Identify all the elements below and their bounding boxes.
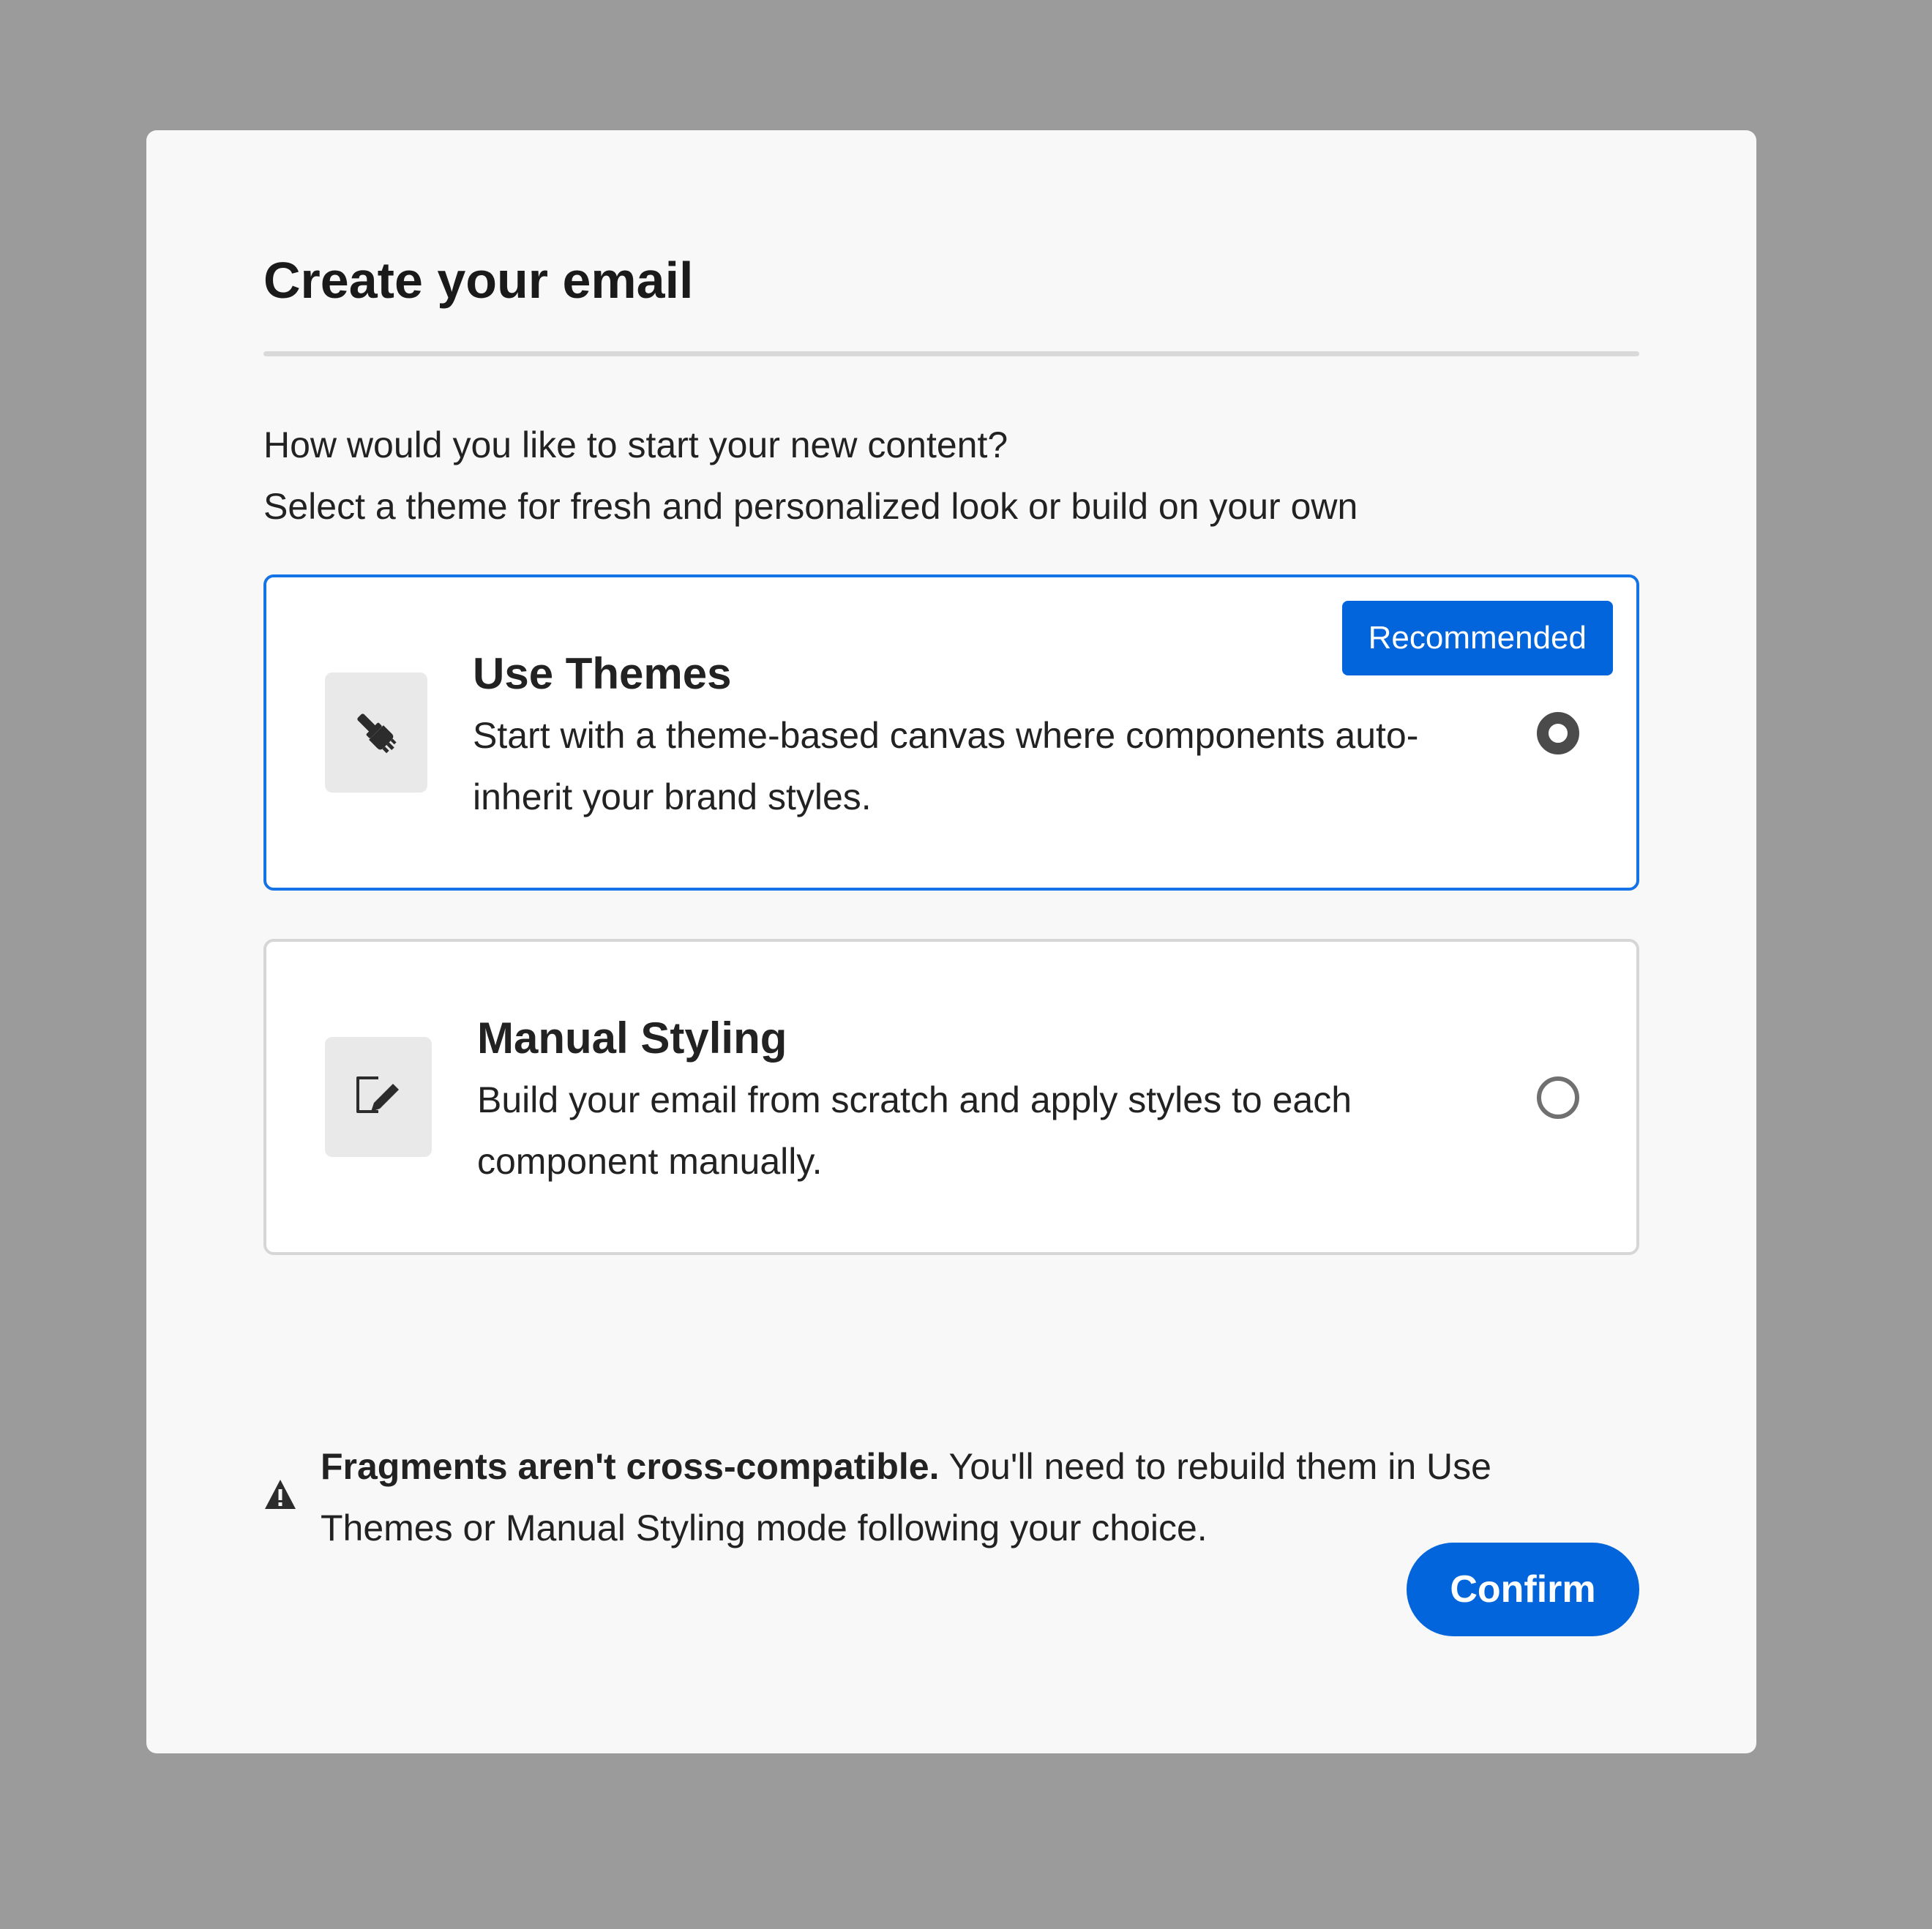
- create-email-dialog: Create your email How would you like to …: [146, 130, 1756, 1753]
- alert-triangle-icon: [265, 1480, 296, 1509]
- radio-use-themes[interactable]: [1537, 712, 1579, 754]
- option-use-themes[interactable]: Use Themes Start with a theme-based canv…: [263, 574, 1639, 891]
- notice-text: Fragments aren't cross-compatible. You'l…: [321, 1436, 1609, 1559]
- option-title: Use Themes: [473, 649, 732, 698]
- edit-icon: [325, 1037, 432, 1157]
- option-use-themes-text: Use Themes Start with a theme-based canv…: [473, 643, 1483, 828]
- option-description: Start with a theme-based canvas where co…: [473, 715, 1419, 817]
- radio-manual-styling[interactable]: [1537, 1076, 1579, 1119]
- confirm-button[interactable]: Confirm: [1407, 1543, 1639, 1636]
- notice-bold-text: Fragments aren't cross-compatible.: [321, 1446, 940, 1487]
- option-description: Build your email from scratch and apply …: [477, 1079, 1352, 1182]
- recommended-badge: Recommended: [1341, 601, 1613, 675]
- paintbrush-icon-graphic: [357, 713, 397, 754]
- subtitle-line-2: Select a theme for fresh and personalize…: [263, 486, 1358, 527]
- edit-icon-graphic: [356, 1076, 399, 1113]
- option-manual-styling-text: Manual Styling Build your email from scr…: [477, 1008, 1487, 1192]
- option-manual-styling[interactable]: Manual Styling Build your email from scr…: [263, 939, 1639, 1255]
- dialog-title: Create your email: [263, 252, 694, 309]
- option-title: Manual Styling: [477, 1014, 787, 1063]
- dialog-subtitle: How would you like to start your new con…: [263, 414, 1639, 537]
- paintbrush-icon: [325, 673, 427, 793]
- subtitle-line-1: How would you like to start your new con…: [263, 424, 1008, 465]
- title-divider: [263, 351, 1639, 356]
